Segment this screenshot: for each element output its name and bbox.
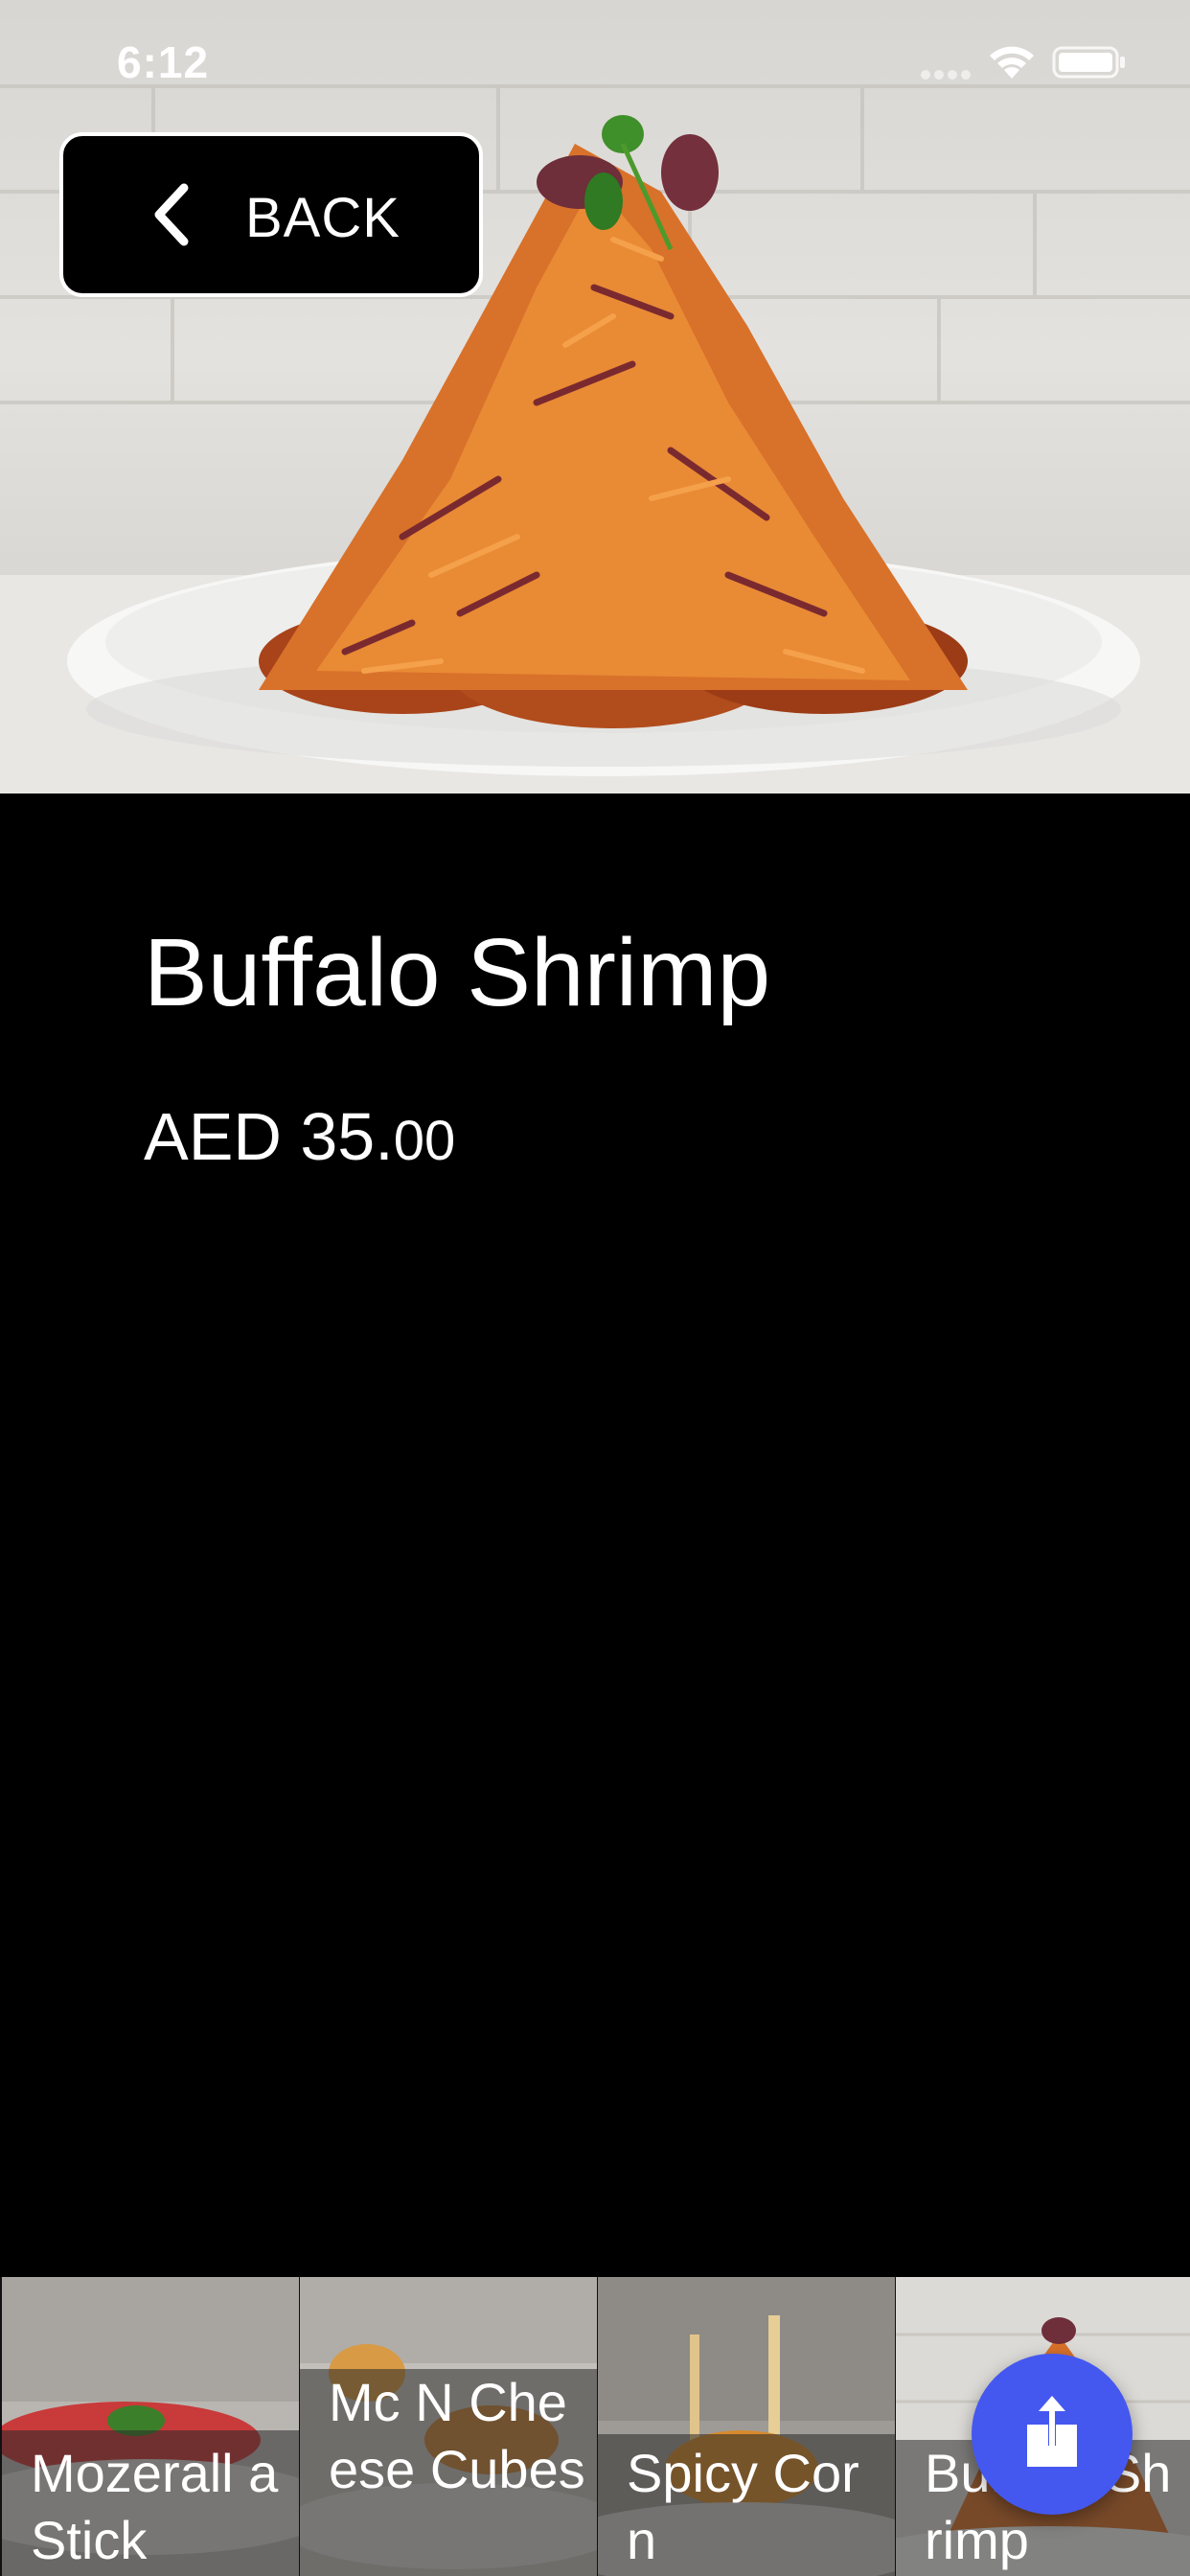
carousel-item-label: Mc N Cheese Cubes [329,2372,585,2499]
share-icon [1027,2396,1077,2467]
back-button[interactable]: BACK [59,132,483,297]
carousel-item-label: Mozerall a Stick [31,2443,279,2570]
carousel-item-label: Spicy Corn [627,2443,859,2570]
item-details: Buffalo Shrimp AED 35.00 [0,794,1190,2277]
carousel-item-mac-n-cheese-cubes[interactable]: Mc N Cheese Cubes [300,2277,597,2576]
carousel-item-mozzarella-stick[interactable]: Mozerall a Stick [2,2277,299,2576]
back-button-label: BACK [245,187,400,249]
chevron-left-icon [154,183,189,246]
status-bar: 6:12 [0,0,1190,126]
item-price-main: AED 35. [144,1099,394,1174]
signal-icon [921,70,971,80]
wifi-icon [990,46,1034,79]
status-time: 6:12 [117,37,210,87]
item-title: Buffalo Shrimp [144,919,771,1026]
carousel-item-spicy-corn[interactable]: Spicy Corn [598,2277,895,2576]
item-price: AED 35.00 [144,1098,455,1175]
item-price-decimals: 00 [393,1110,456,1172]
battery-icon [1052,46,1125,79]
share-button[interactable] [972,2354,1133,2515]
